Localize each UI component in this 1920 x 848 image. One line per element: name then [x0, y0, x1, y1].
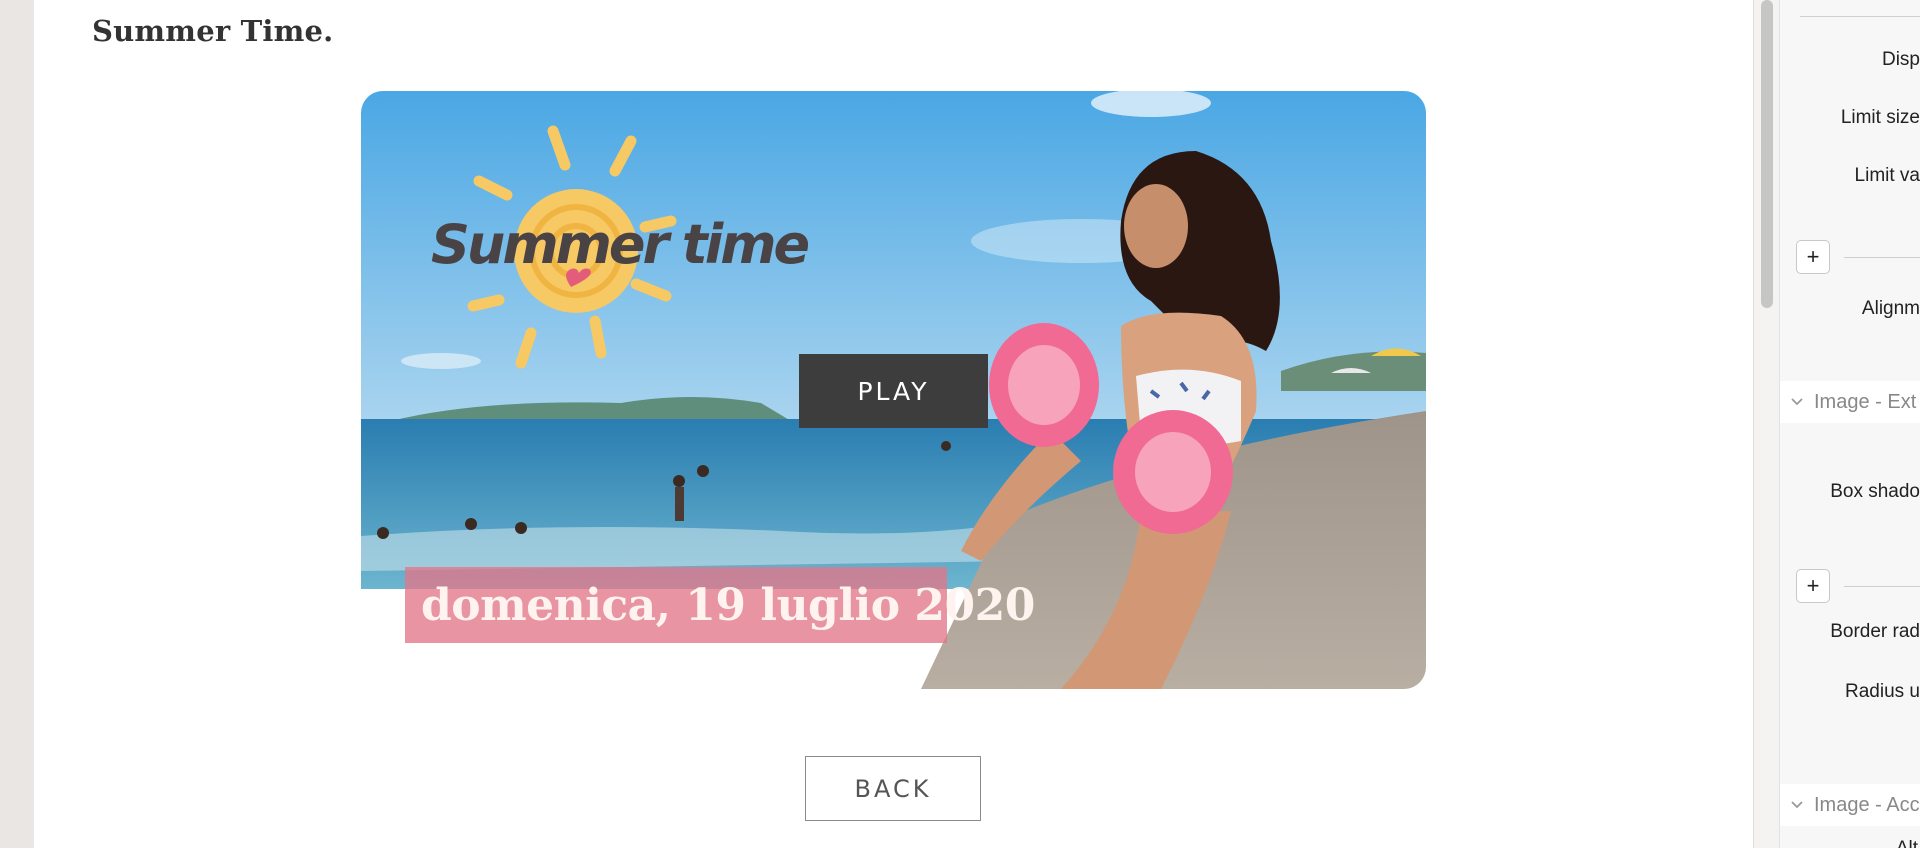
page-title: Summer Time. [92, 14, 334, 48]
back-button[interactable]: BACK [805, 756, 981, 821]
box-shadow-label: Box shado [1830, 481, 1920, 502]
alignment-label: Alignm [1861, 298, 1920, 319]
alt-label: Alt [1896, 838, 1918, 848]
section-image-extra[interactable]: Image - Ext [1780, 381, 1920, 423]
add-shadow-button[interactable]: + [1796, 569, 1830, 603]
scrollbar-thumb[interactable] [1761, 0, 1773, 308]
section-title: Image - Ext [1814, 390, 1917, 413]
settings-panel: Disp Limit size Limit va + Alignm Image … [1779, 0, 1920, 848]
section-image-accessibility[interactable]: Image - Acc [1780, 784, 1920, 826]
video-player[interactable]: Summer time PLAY domenica, 19 luglio 202… [361, 91, 1426, 689]
date-banner: domenica, 19 luglio 2020 [405, 567, 1035, 643]
section-title: Image - Acc [1814, 793, 1920, 816]
play-button[interactable]: PLAY [799, 354, 988, 428]
chevron-down-icon [1791, 801, 1803, 809]
divider [1844, 586, 1920, 587]
limit-size-label: Limit size [1840, 107, 1920, 128]
chevron-down-icon [1791, 398, 1803, 406]
display-label: Disp [1881, 49, 1920, 70]
canvas-scrollbar[interactable] [1753, 0, 1779, 848]
divider [1800, 16, 1920, 17]
editor-canvas: Summer Time. Summer time PLAY domenica, … [34, 0, 1753, 848]
svg-text:Summer time: Summer time [431, 213, 809, 276]
divider [1844, 257, 1920, 258]
limit-value-label: Limit va [1854, 165, 1920, 186]
add-display-rule-button[interactable]: + [1796, 240, 1830, 274]
border-radius-label: Border rad [1830, 621, 1920, 642]
radius-unit-label: Radius u [1845, 681, 1920, 702]
